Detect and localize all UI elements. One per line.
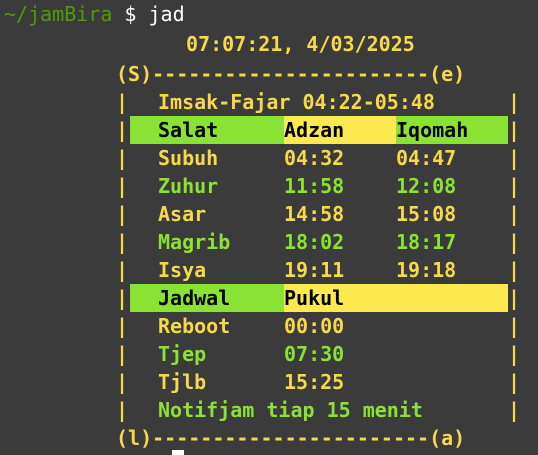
salat-adzan-time: 14:58 <box>284 202 345 226</box>
frame-top: (S)-----------------------(e) <box>116 62 466 86</box>
jadwal-header-cell: Jadwal <box>130 284 284 312</box>
salat-name: Isya <box>158 258 207 282</box>
salat-iqomah-time: 15:08 <box>396 202 457 226</box>
salat-iqomah-time: 04:47 <box>396 146 457 170</box>
frame-side-right: | <box>508 286 521 310</box>
frame-side-left: | <box>116 258 129 282</box>
jadwal-time: 00:00 <box>284 314 345 338</box>
adzan-header-cell: Adzan <box>284 116 396 144</box>
salat-name: Subuh <box>158 146 219 170</box>
text-cursor <box>172 450 184 455</box>
frame-side-right: | <box>508 314 521 338</box>
salat-adzan-time: 18:02 <box>284 230 345 254</box>
frame-side-left: | <box>116 342 129 366</box>
frame-side-right: | <box>508 118 521 142</box>
salat-iqomah-time: 19:18 <box>396 258 457 282</box>
frame-side-left: | <box>116 230 129 254</box>
frame-side-left: | <box>116 146 129 170</box>
salat-name: Asar <box>158 202 207 226</box>
frame-side-left: | <box>116 286 129 310</box>
iqomah-header-cell: Iqomah <box>396 116 508 144</box>
terminal-window[interactable]: ~/jamBira $ jad 07:07:21, 4/03/2025 (S)-… <box>0 0 538 455</box>
frame-side-right: | <box>508 370 521 394</box>
frame-side-right: | <box>508 202 521 226</box>
salat-name: Zuhur <box>158 174 219 198</box>
prompt-command: jad <box>148 2 185 26</box>
frame-side-right: | <box>508 230 521 254</box>
frame-side-right: | <box>508 146 521 170</box>
prompt-path: ~/jamBira <box>4 2 113 26</box>
jadwal-name: Tjep <box>158 342 207 366</box>
frame-side-left: | <box>116 202 129 226</box>
frame-side-left: | <box>116 90 129 114</box>
jadwal-name: Tjlb <box>158 370 207 394</box>
jadwal-time: 15:25 <box>284 370 345 394</box>
frame-side-right: | <box>508 174 521 198</box>
salat-name: Magrib <box>158 230 231 254</box>
pukul-header-cell: Pukul <box>284 284 508 312</box>
frame-side-left: | <box>116 118 129 142</box>
frame-side-left: | <box>116 398 129 422</box>
frame-side-right: | <box>508 90 521 114</box>
frame-side-right: | <box>508 398 521 422</box>
imsak-fajar-text: Imsak-Fajar 04:22-05:48 <box>158 90 435 114</box>
salat-adzan-time: 04:32 <box>284 146 345 170</box>
prompt-line: ~/jamBira $ jad <box>4 0 185 28</box>
jadwal-name: Reboot <box>158 314 231 338</box>
notif-text: Notifjam tiap 15 menit <box>158 398 423 422</box>
salat-header-cell: Salat <box>130 116 284 144</box>
salat-iqomah-time: 12:08 <box>396 174 457 198</box>
salat-adzan-time: 11:58 <box>284 174 345 198</box>
frame-side-right: | <box>508 342 521 366</box>
datetime-display: 07:07:21, 4/03/2025 <box>186 32 415 56</box>
jadwal-time: 07:30 <box>284 342 345 366</box>
frame-side-left: | <box>116 174 129 198</box>
prompt-symbol: $ <box>124 2 137 26</box>
frame-side-left: | <box>116 370 129 394</box>
frame-bottom: (l)-----------------------(a) <box>116 426 466 450</box>
salat-iqomah-time: 18:17 <box>396 230 457 254</box>
frame-side-right: | <box>508 258 521 282</box>
frame-side-left: | <box>116 314 129 338</box>
salat-adzan-time: 19:11 <box>284 258 345 282</box>
